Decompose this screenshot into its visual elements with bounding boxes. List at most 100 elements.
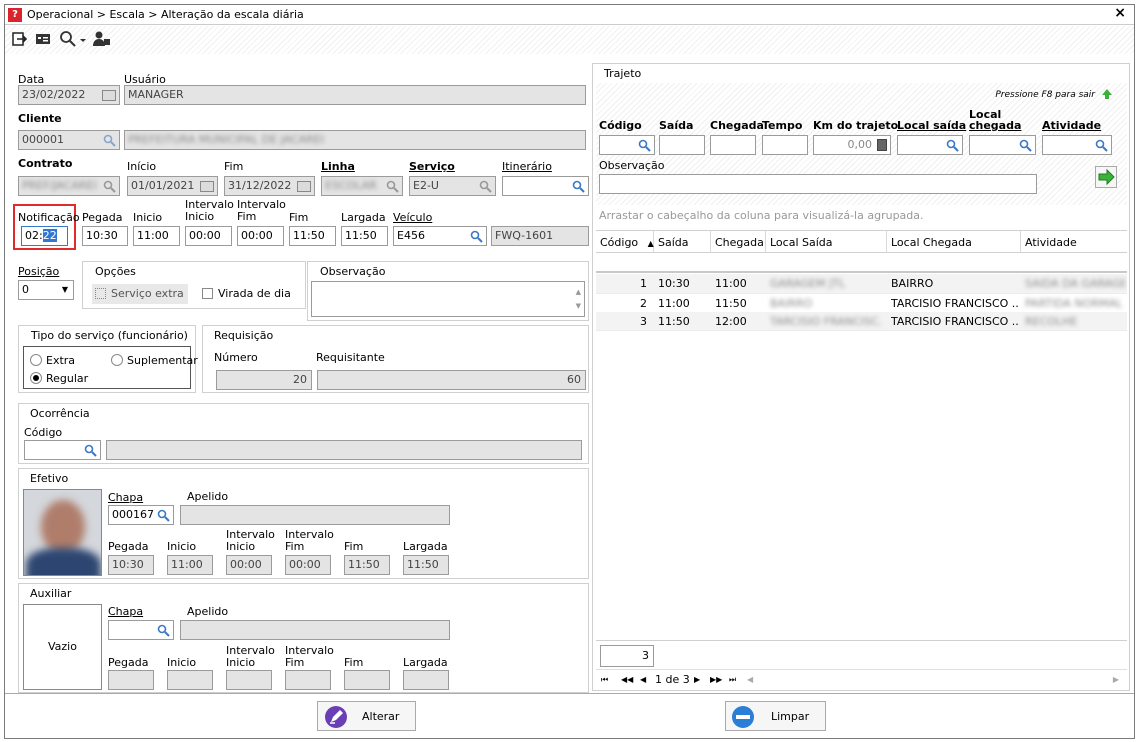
pager-text: 1 de 3 bbox=[655, 673, 690, 686]
aux-int-ini-field bbox=[226, 670, 272, 690]
itinerario-field[interactable] bbox=[502, 176, 589, 196]
next-page-icon[interactable]: ▶ bbox=[694, 674, 700, 686]
search-icon[interactable] bbox=[84, 444, 97, 457]
ef-pegada-field: 10:30 bbox=[108, 555, 154, 575]
confirm-arrow-button[interactable] bbox=[1095, 166, 1117, 188]
search-icon[interactable] bbox=[572, 180, 585, 193]
local-chegada-label-2[interactable]: chegada bbox=[969, 120, 1021, 132]
contrato-field[interactable]: PREF/JACAREI bbox=[18, 176, 120, 196]
servico-value: E2-U bbox=[413, 179, 439, 192]
search-icon[interactable] bbox=[470, 230, 483, 243]
tipo-servico-label: Tipo do serviço (funcionário) bbox=[31, 329, 188, 342]
int-fim-field[interactable]: 00:00 bbox=[237, 226, 284, 246]
int-inicio-field[interactable]: 00:00 bbox=[185, 226, 232, 246]
search-icon[interactable] bbox=[638, 139, 651, 152]
table-row[interactable]: 3 11:50 12:00 TARCISIO FRANCISC... TARCI… bbox=[596, 312, 1127, 331]
row-local-saida: GARAGEM JTL bbox=[770, 277, 846, 290]
largada-field[interactable]: 11:50 bbox=[341, 226, 388, 246]
row-saida: 11:00 bbox=[658, 297, 690, 310]
exit-icon[interactable] bbox=[11, 31, 27, 47]
prev-page-group-icon[interactable]: ◀◀ bbox=[621, 674, 633, 686]
radio-dot bbox=[33, 375, 39, 381]
inicio2-field[interactable]: 11:00 bbox=[133, 226, 180, 246]
local-saida-label[interactable]: Local saída bbox=[897, 120, 966, 132]
col-atividade[interactable]: Atividade bbox=[1021, 231, 1127, 253]
pegada-field[interactable]: 10:30 bbox=[82, 226, 128, 246]
row-chegada: 11:00 bbox=[715, 277, 747, 290]
traj-local-saida-field[interactable] bbox=[897, 135, 963, 155]
regular-radio[interactable] bbox=[30, 372, 42, 384]
col-codigo[interactable]: Código ▲ bbox=[596, 231, 654, 253]
search-icon[interactable] bbox=[157, 509, 170, 522]
ocorrencia-codigo-field[interactable] bbox=[24, 440, 101, 460]
close-button[interactable]: × bbox=[1114, 6, 1126, 20]
id-card-icon[interactable] bbox=[35, 32, 53, 46]
grid-filter-row bbox=[596, 253, 1127, 273]
calculator-icon[interactable] bbox=[877, 139, 887, 151]
servico-extra-checkbox[interactable]: Serviço extra bbox=[92, 284, 188, 304]
cliente-code-field[interactable]: 000001 bbox=[18, 130, 120, 150]
virada-dia-checkbox[interactable]: Virada de dia bbox=[199, 284, 299, 304]
ocorrencia-label: Ocorrência bbox=[30, 407, 90, 420]
col-chegada[interactable]: Chegada bbox=[711, 231, 766, 253]
efetivo-group: Efetivo Chapa 000167 Apelido Intervalo I… bbox=[18, 468, 589, 579]
search-icon[interactable] bbox=[1019, 139, 1032, 152]
aux-pegada-field bbox=[108, 670, 154, 690]
traj-tempo-field[interactable] bbox=[762, 135, 808, 155]
traj-codigo-field[interactable] bbox=[599, 135, 655, 155]
auxiliar-group: Auxiliar Vazio Chapa Apelido Intervalo I… bbox=[18, 583, 589, 693]
table-row[interactable]: 2 11:00 11:50 BAIRRO TARCISIO FRANCISCO … bbox=[596, 293, 1127, 312]
observacao-label: Observação bbox=[320, 265, 386, 278]
suplementar-radio[interactable] bbox=[111, 354, 123, 366]
numero-field: 20 bbox=[216, 370, 312, 390]
aux-chapa-label[interactable]: Chapa bbox=[108, 606, 143, 618]
col-local-chegada[interactable]: Local Chegada bbox=[887, 231, 1021, 253]
search-dropdown-icon[interactable] bbox=[59, 30, 89, 48]
next-page-group-icon[interactable]: ▶▶ bbox=[710, 674, 722, 686]
traj-observacao-field[interactable] bbox=[599, 174, 1037, 194]
aux-chapa-field[interactable] bbox=[108, 620, 174, 640]
fim2-field[interactable]: 11:50 bbox=[289, 226, 336, 246]
scroll-left-icon[interactable]: ◀ bbox=[747, 674, 753, 686]
traj-km-field[interactable]: 0,00 bbox=[813, 135, 891, 155]
prev-page-icon[interactable]: ◀ bbox=[640, 674, 646, 686]
row-saida: 10:30 bbox=[658, 277, 690, 290]
veiculo-value: E456 bbox=[397, 229, 425, 242]
veiculo-label[interactable]: Veículo bbox=[393, 212, 432, 224]
veiculo-field[interactable]: E456 bbox=[393, 226, 487, 246]
arrow-up-icon[interactable] bbox=[1101, 88, 1113, 100]
traj-atividade-field[interactable] bbox=[1042, 135, 1112, 155]
calendar-icon bbox=[297, 181, 311, 192]
search-icon[interactable] bbox=[103, 134, 116, 147]
scroll-right-icon[interactable]: ▶ bbox=[1113, 674, 1119, 686]
servico-label[interactable]: Serviço bbox=[409, 161, 455, 173]
user-icon[interactable] bbox=[93, 30, 111, 48]
search-icon[interactable] bbox=[946, 139, 959, 152]
traj-saida-field[interactable] bbox=[659, 135, 705, 155]
scroll-down-icon[interactable]: ▼ bbox=[576, 297, 581, 315]
first-page-icon[interactable]: ⏮ bbox=[601, 674, 608, 686]
limpar-label: Limpar bbox=[771, 710, 810, 723]
col-local-saida[interactable]: Local Saída bbox=[766, 231, 887, 253]
linha-label[interactable]: Linha bbox=[321, 161, 355, 173]
col-saida[interactable]: Saída bbox=[654, 231, 711, 253]
table-row[interactable]: 1 10:30 11:00 GARAGEM JTL BAIRRO SAIDA D… bbox=[596, 274, 1127, 293]
km-value: 0,00 bbox=[847, 138, 873, 151]
itinerario-label[interactable]: Itinerário bbox=[502, 161, 552, 173]
chapa-label[interactable]: Chapa bbox=[108, 492, 143, 504]
chapa-field[interactable]: 000167 bbox=[108, 505, 174, 525]
alterar-button[interactable]: Alterar bbox=[317, 701, 416, 731]
observacao-textarea[interactable]: ▲ ▼ bbox=[311, 281, 585, 317]
extra-radio[interactable] bbox=[30, 354, 42, 366]
notificacao-field[interactable]: 02:22 bbox=[21, 226, 68, 246]
traj-chegada-field[interactable] bbox=[710, 135, 756, 155]
last-page-icon[interactable]: ⏭ bbox=[729, 674, 736, 686]
search-icon[interactable] bbox=[103, 180, 116, 193]
ocorrencia-desc-field bbox=[106, 440, 582, 460]
posicao-select[interactable]: 0 ▼ bbox=[18, 280, 74, 300]
search-icon[interactable] bbox=[1095, 139, 1108, 152]
atividade-label[interactable]: Atividade bbox=[1042, 120, 1101, 132]
search-icon[interactable] bbox=[157, 624, 170, 637]
traj-local-chegada-field[interactable] bbox=[969, 135, 1036, 155]
limpar-button[interactable]: Limpar bbox=[725, 701, 826, 731]
